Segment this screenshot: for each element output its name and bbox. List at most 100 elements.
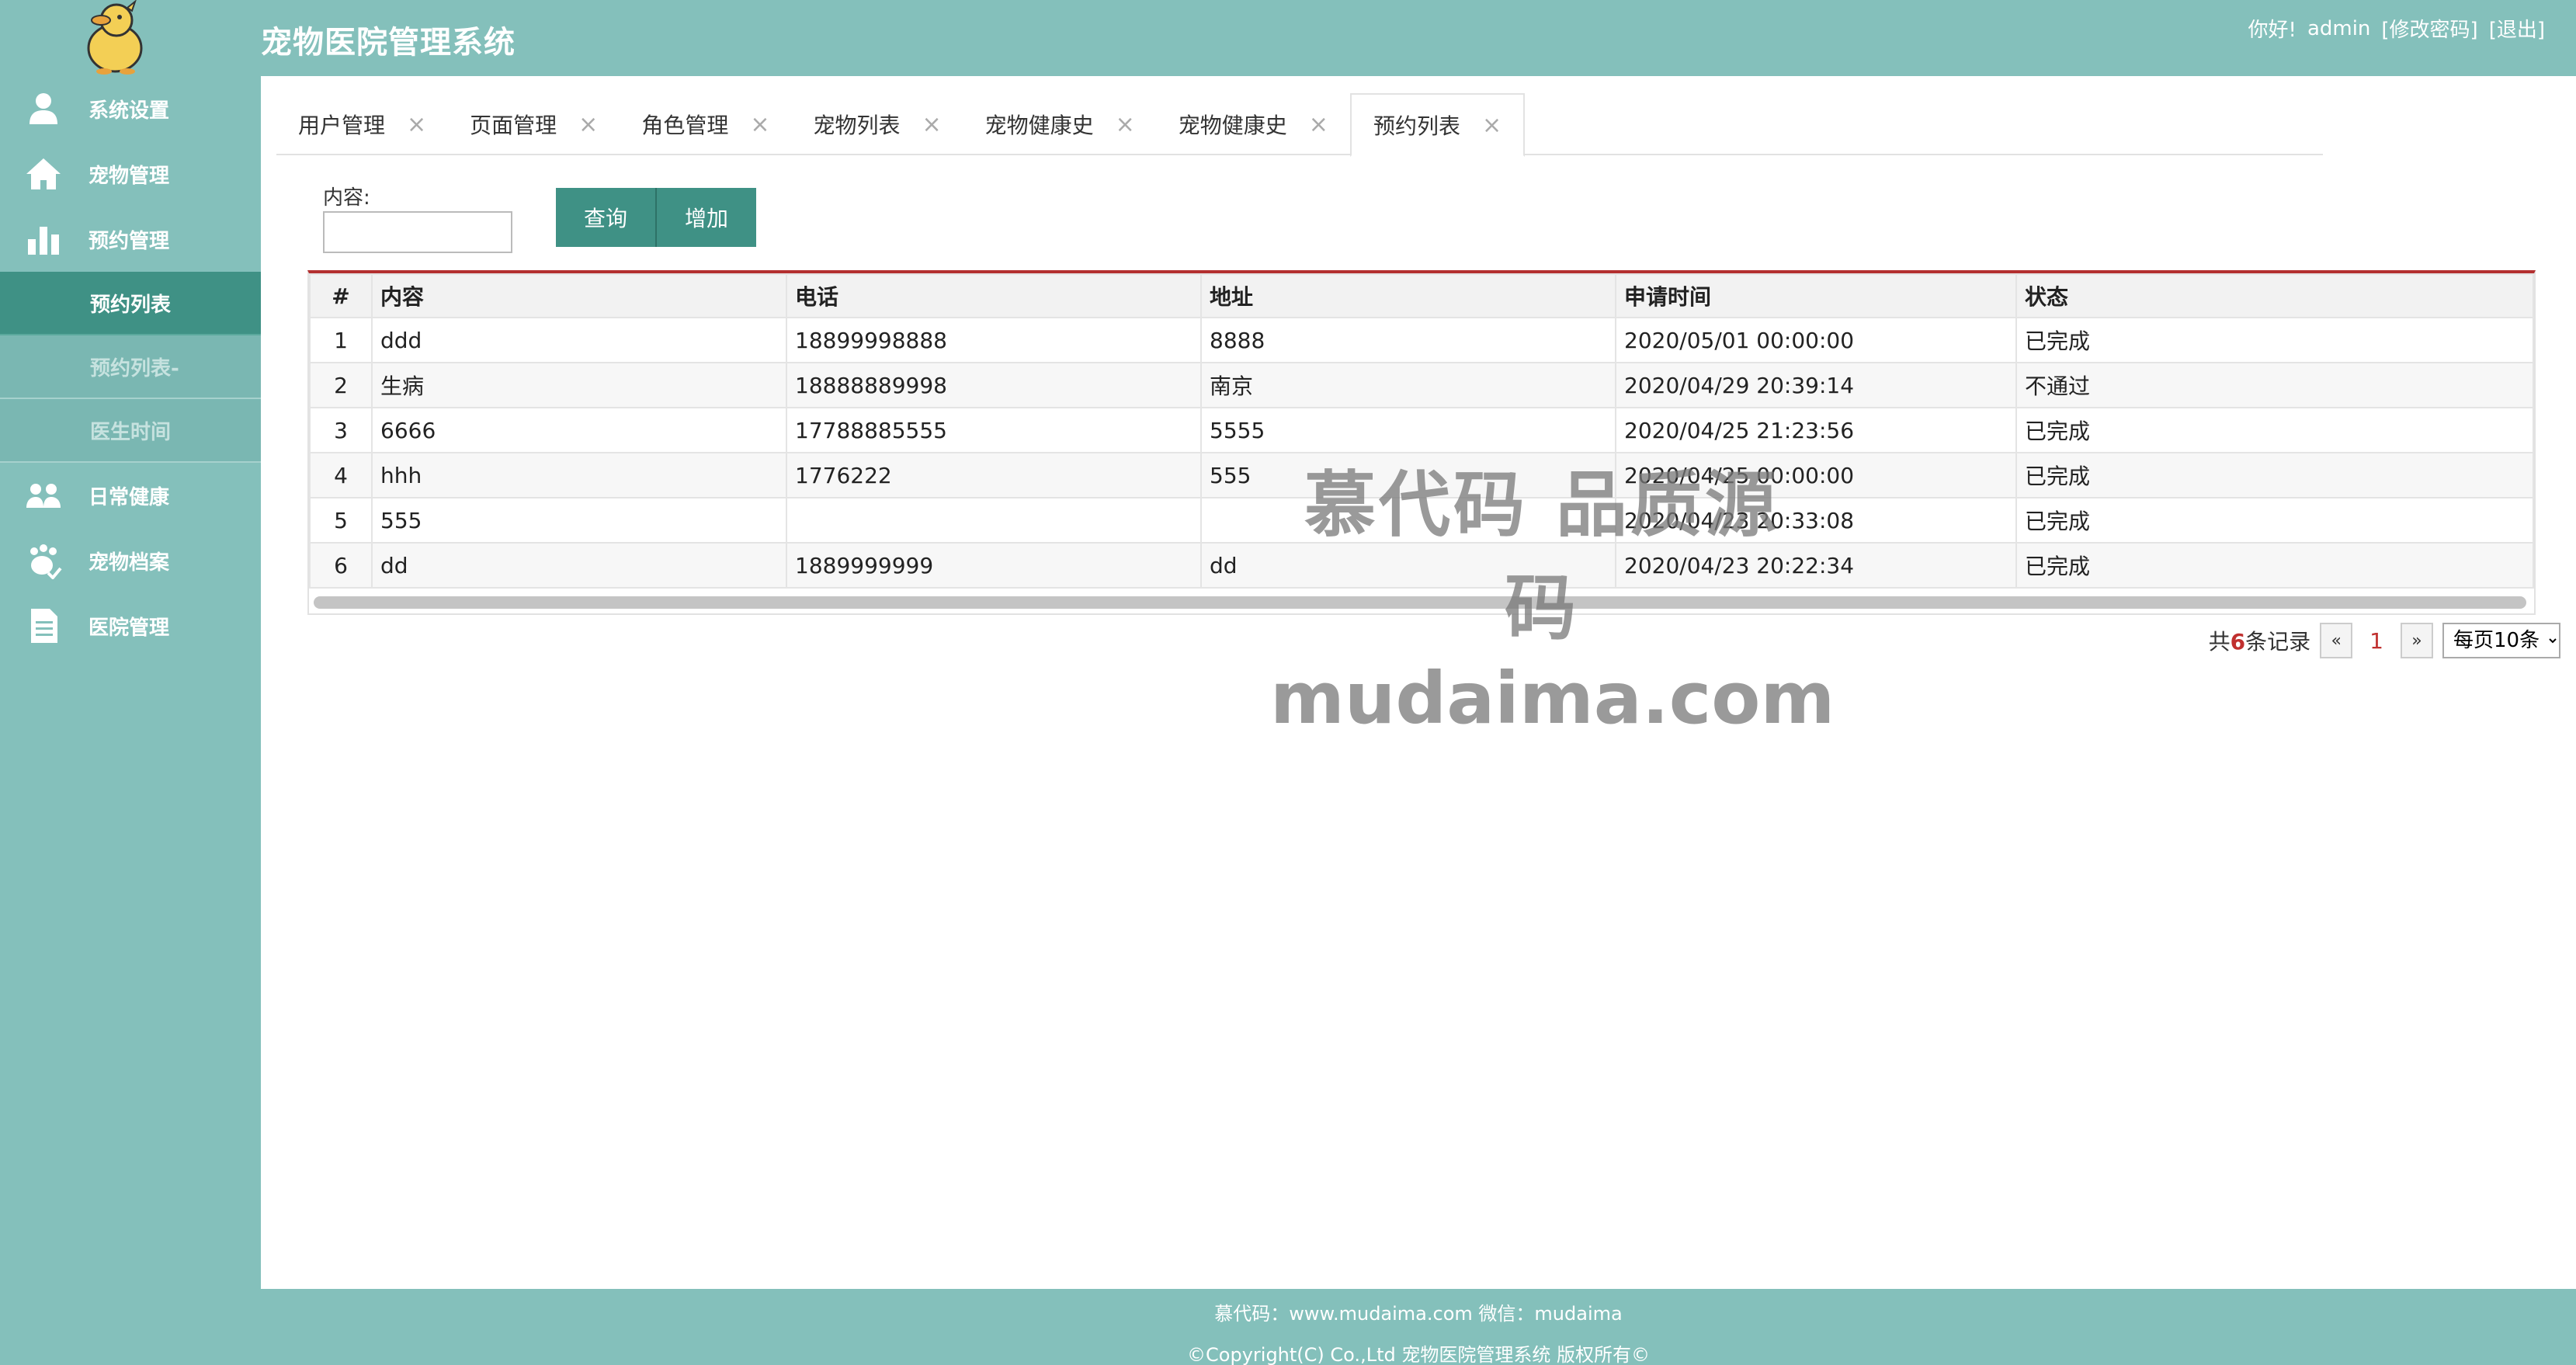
tab-pet-health-history-2[interactable]: 宠物健康史 × [1157,93,1350,155]
close-icon[interactable]: × [750,111,769,138]
apply-time-cell: 2020/05/01 00:00:00 [1615,317,2017,363]
row-index: 6 [309,542,373,589]
document-icon [20,603,67,649]
phone-cell [786,497,1202,544]
tab-label: 页面管理 [470,113,557,138]
column-header[interactable]: 状态 [2015,273,2534,318]
sidebar-item-hospital-management[interactable]: 医院管理 [0,593,261,658]
table-row[interactable]: 6 dd 1889999999 dd 2020/04/23 20:22:34 已… [309,542,2534,589]
tab-appointment-list[interactable]: 预约列表 × [1349,93,1526,157]
table-row[interactable]: 4 hhh 1776222 555 2020/04/25 00:00:00 已完… [309,452,2534,498]
close-icon[interactable]: × [407,111,426,138]
sidebar-item-daily-health[interactable]: 日常健康 [0,463,261,528]
column-header[interactable]: 地址 [1200,273,1616,318]
column-header[interactable]: 电话 [786,273,1202,318]
row-index: 1 [309,317,373,363]
group-icon [20,472,67,519]
sidebar-item-label: 系统设置 [89,99,170,123]
prev-page-button[interactable]: « [2320,623,2353,658]
appointment-table: # 内容 电话 地址 申请时间 状态 1 ddd 18899998888 888… [307,270,2536,615]
record-count-suffix: 条记录 [2245,629,2311,655]
sidebar-item-appointment-management[interactable]: 预约管理 [0,207,261,272]
tab-bar: 用户管理 × 页面管理 × 角色管理 × 宠物列表 × 宠物健康史 × 宠物健康… [276,93,2323,157]
address-cell: 8888 [1200,317,1616,363]
record-count-number: 6 [2230,629,2246,655]
content-cell: 555 [371,497,787,544]
apply-time-cell: 2020/04/29 20:39:14 [1615,362,2017,408]
table-header-row: # 内容 电话 地址 申请时间 状态 [309,273,2534,318]
query-button[interactable]: 查询 [556,188,656,247]
status-cell: 已完成 [2015,452,2534,498]
address-cell [1200,497,1616,544]
watermark-line2: mudaima.com [1270,657,1835,740]
address-cell: 5555 [1200,407,1616,453]
content-search-input[interactable] [323,211,512,253]
address-cell: 555 [1200,452,1616,498]
tab-label: 预约列表 [1373,113,1460,139]
address-cell: dd [1200,542,1616,589]
add-button[interactable]: 增加 [655,188,757,247]
sidebar-item-system-settings[interactable]: 系统设置 [0,76,261,141]
tab-pet-health-history[interactable]: 宠物健康史 × [963,93,1157,155]
table-row[interactable]: 5 555 2020/04/23 20:33:08 已完成 [309,497,2534,544]
row-index: 3 [309,407,373,453]
user-icon [20,85,67,132]
table-row[interactable]: 2 生病 18888889998 南京 2020/04/29 20:39:14 … [309,362,2534,408]
sidebar-item-pet-records[interactable]: 宠物档案 [0,528,261,593]
sidebar-item-label: 预约管理 [89,229,170,253]
close-icon[interactable]: × [1482,112,1502,139]
paw-check-icon [20,537,67,584]
change-password-link[interactable]: [修改密码] [2381,14,2477,43]
close-icon[interactable]: × [578,111,598,138]
content-cell: 生病 [371,362,787,408]
tab-page-management[interactable]: 页面管理 × [448,93,620,155]
status-cell: 不通过 [2015,362,2534,408]
close-icon[interactable]: × [922,111,941,138]
content-cell: dd [371,542,787,589]
row-index: 4 [309,452,373,498]
status-cell: 已完成 [2015,317,2534,363]
column-header[interactable]: 申请时间 [1615,273,2017,318]
tab-label: 用户管理 [298,113,386,138]
status-cell: 已完成 [2015,542,2534,589]
address-cell: 南京 [1200,362,1616,408]
top-header: 宠物医院管理系统 你好! admin [修改密码] [退出] [0,0,2576,76]
username: admin [2307,16,2371,40]
tab-label: 宠物健康史 [984,113,1094,138]
sidebar-item-pet-management[interactable]: 宠物管理 [0,141,261,207]
close-icon[interactable]: × [1309,111,1328,138]
action-buttons: 查询 增加 [556,188,757,247]
tab-label: 角色管理 [641,113,729,138]
table-row[interactable]: 1 ddd 18899998888 8888 2020/05/01 00:00:… [309,317,2534,363]
user-area: 你好! admin [修改密码] [退出] [2248,14,2546,43]
tab-pet-list[interactable]: 宠物列表 × [791,93,963,155]
page-size-select[interactable]: 每页10条 [2442,623,2560,658]
submenu-item-doctor-time[interactable]: 医生时间 [0,399,261,463]
app-title: 宠物医院管理系统 [261,25,516,61]
submenu-item-appointment-list[interactable]: 预约列表 [0,272,261,335]
sidebar: 系统设置 宠物管理 预约管理 预约列表 预约列表- 医生时间 日常健康 宠物档案… [0,76,261,1289]
content-label: 内容: [323,186,370,210]
phone-cell: 1776222 [786,452,1202,498]
page-number[interactable]: 1 [2362,628,2391,654]
apply-time-cell: 2020/04/23 20:33:08 [1615,497,2017,544]
logout-link[interactable]: [退出] [2489,14,2545,43]
status-cell: 已完成 [2015,497,2534,544]
home-icon [20,151,67,197]
column-header[interactable]: 内容 [371,273,787,318]
submenu-item-appointment-list-2[interactable]: 预约列表- [0,335,261,399]
next-page-button[interactable]: » [2401,623,2433,658]
tab-role-management[interactable]: 角色管理 × [620,93,791,155]
duck-logo-icon [81,0,149,75]
table-row[interactable]: 3 6666 17788885555 5555 2020/04/25 21:23… [309,407,2534,453]
column-header[interactable]: # [309,273,373,318]
row-index: 2 [309,362,373,408]
row-index: 5 [309,497,373,544]
close-icon[interactable]: × [1116,111,1135,138]
phone-cell: 18888889998 [786,362,1202,408]
horizontal-scrollbar[interactable] [314,596,2526,609]
apply-time-cell: 2020/04/25 21:23:56 [1615,407,2017,453]
tab-label: 宠物列表 [813,113,901,138]
phone-cell: 1889999999 [786,542,1202,589]
tab-user-management[interactable]: 用户管理 × [276,93,448,155]
